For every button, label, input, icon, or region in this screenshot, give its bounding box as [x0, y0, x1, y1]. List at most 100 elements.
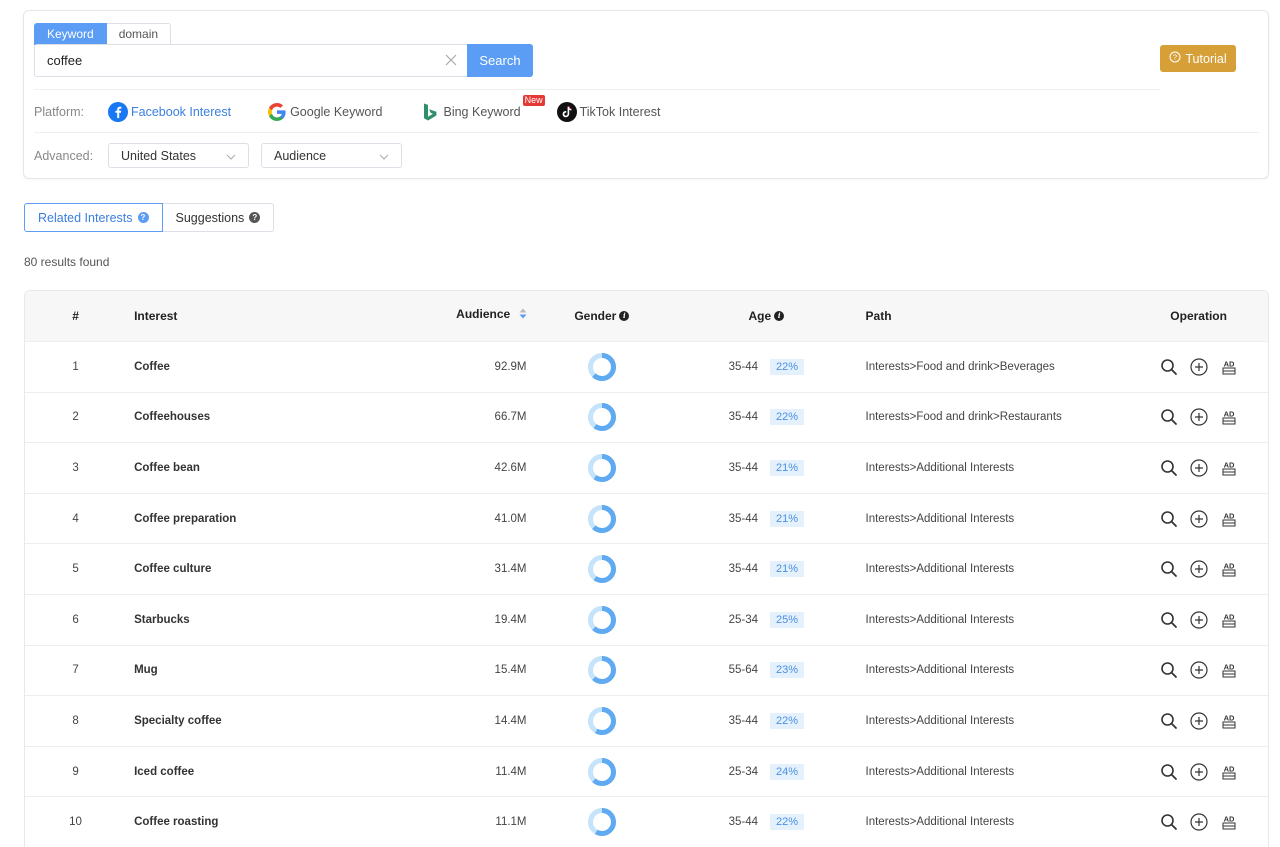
- platform-label: Platform:: [34, 105, 85, 119]
- add-circle-icon[interactable]: [1190, 813, 1208, 831]
- svg-text:AD: AD: [1223, 460, 1234, 469]
- ad-library-icon[interactable]: AD: [1220, 459, 1238, 477]
- ad-library-icon[interactable]: AD: [1220, 560, 1238, 578]
- country-select[interactable]: United States: [108, 143, 249, 168]
- operation-cell: AD: [1129, 813, 1268, 831]
- platform-tiktok[interactable]: TikTok Interest: [556, 102, 661, 122]
- results-count: 80 results found: [24, 255, 110, 269]
- add-circle-icon[interactable]: [1190, 661, 1208, 679]
- age-cell: 25-34 24%: [677, 763, 855, 780]
- header-audience[interactable]: Audience: [354, 307, 527, 322]
- table-row: 7 Mug 15.4M 55-64 23% Interests>Addition…: [25, 644, 1268, 696]
- tab-domain[interactable]: domain: [106, 23, 172, 45]
- audience-size: 42.6M: [494, 461, 527, 474]
- gender-donut-chart: [587, 706, 616, 735]
- add-circle-icon[interactable]: [1190, 560, 1208, 578]
- platform-bing[interactable]: Bing Keyword New: [420, 95, 545, 122]
- search-icon[interactable]: [1160, 358, 1178, 376]
- ad-library-icon[interactable]: AD: [1220, 712, 1238, 730]
- table-row: 6 Starbucks 19.4M 25-34 25% Interests>Ad…: [25, 593, 1268, 645]
- svg-text:AD: AD: [1223, 764, 1234, 773]
- ad-library-icon[interactable]: AD: [1220, 611, 1238, 629]
- platform-google[interactable]: Google Keyword: [267, 102, 382, 122]
- operation-cell: AD: [1129, 712, 1268, 730]
- new-badge: New: [522, 95, 545, 106]
- tab-related-interests-label: Related Interests: [38, 210, 133, 225]
- platform-facebook[interactable]: Facebook Interest: [108, 102, 231, 122]
- add-circle-icon[interactable]: [1190, 358, 1208, 376]
- age-cell: 35-44 22%: [677, 358, 855, 375]
- platform-row: Platform: Facebook Interest Google Keywo…: [34, 95, 661, 123]
- search-icon[interactable]: [1160, 661, 1178, 679]
- add-circle-icon[interactable]: [1190, 712, 1208, 730]
- header-path: Path: [865, 309, 892, 323]
- ad-library-icon[interactable]: AD: [1220, 763, 1238, 781]
- age-percentage-badge: 22%: [770, 358, 805, 375]
- ad-library-icon[interactable]: AD: [1220, 358, 1238, 376]
- search-icon[interactable]: [1160, 813, 1178, 831]
- tutorial-button[interactable]: ? Tutorial: [1160, 45, 1236, 72]
- gender-donut-chart: [587, 605, 616, 634]
- svg-text:AD: AD: [1223, 410, 1234, 419]
- row-number: 6: [72, 613, 79, 626]
- age-cell: 35-44 21%: [677, 459, 855, 476]
- age-cell: 35-44 22%: [677, 409, 855, 426]
- ad-library-icon[interactable]: AD: [1220, 408, 1238, 426]
- gender-donut: [527, 655, 678, 685]
- operation-cell: AD: [1129, 408, 1268, 426]
- platform-tiktok-label: TikTok Interest: [579, 105, 661, 119]
- bing-icon: [420, 102, 440, 122]
- tab-related-interests[interactable]: Related Interests ?: [24, 203, 163, 232]
- add-circle-icon[interactable]: [1190, 408, 1208, 426]
- divider: [34, 132, 1259, 133]
- interest-name: Iced coffee: [134, 765, 195, 778]
- ad-library-icon[interactable]: AD: [1220, 661, 1238, 679]
- search-icon[interactable]: [1160, 712, 1178, 730]
- interests-table: # Interest Audience Gender i Age i Path …: [24, 290, 1269, 847]
- clear-icon[interactable]: [444, 53, 458, 67]
- search-icon[interactable]: [1160, 560, 1178, 578]
- search-icon[interactable]: [1160, 459, 1178, 477]
- search-icon[interactable]: [1160, 611, 1178, 629]
- svg-text:AD: AD: [1223, 713, 1234, 722]
- tab-suggestions-label: Suggestions: [175, 210, 245, 225]
- advanced-row: Advanced: United States Audience: [34, 143, 402, 168]
- search-icon[interactable]: [1160, 408, 1178, 426]
- tab-keyword[interactable]: Keyword: [34, 23, 107, 45]
- svg-text:AD: AD: [1223, 612, 1234, 621]
- table-row: 3 Coffee bean 42.6M 35-44 21% Interests>…: [25, 442, 1268, 493]
- operation-cell: AD: [1129, 661, 1268, 679]
- ad-library-icon[interactable]: AD: [1220, 510, 1238, 528]
- chevron-down-icon: [226, 149, 236, 163]
- add-circle-icon[interactable]: [1190, 611, 1208, 629]
- search-input[interactable]: [34, 44, 467, 77]
- add-circle-icon[interactable]: [1190, 762, 1208, 781]
- table-row: 9 Iced coffee 11.4M 25-34 24% Interests>…: [25, 745, 1268, 797]
- search-icon[interactable]: [1160, 763, 1178, 781]
- interest-name: Coffee preparation: [134, 512, 237, 525]
- sort-select[interactable]: Audience: [261, 143, 402, 168]
- age-cell: 35-44 21%: [677, 561, 855, 578]
- tab-suggestions[interactable]: Suggestions ?: [162, 203, 275, 232]
- age-percentage-badge: 22%: [770, 409, 805, 426]
- search-button[interactable]: Search: [467, 44, 533, 77]
- age-percentage-badge: 21%: [770, 459, 805, 476]
- age-percentage-badge: 21%: [770, 561, 805, 578]
- age-cell: 35-44 22%: [677, 814, 855, 831]
- interest-path: Interests>Additional Interests: [865, 664, 1015, 677]
- search-icon[interactable]: [1160, 510, 1178, 528]
- interest-path: Interests>Additional Interests: [865, 613, 1015, 626]
- age-range: 25-34: [728, 613, 759, 626]
- ad-library-icon[interactable]: AD: [1220, 813, 1238, 831]
- interest-path: Interests>Additional Interests: [865, 714, 1015, 727]
- svg-text:AD: AD: [1223, 562, 1234, 571]
- age-range: 35-44: [728, 360, 759, 373]
- add-circle-icon[interactable]: [1190, 509, 1208, 528]
- header-interest: Interest: [134, 309, 178, 323]
- add-circle-icon[interactable]: [1190, 459, 1208, 477]
- age-percentage-badge: 23%: [770, 662, 805, 679]
- gender-donut: [527, 402, 678, 432]
- interest-path: Interests>Additional Interests: [865, 816, 1015, 829]
- sort-icon[interactable]: [519, 308, 527, 322]
- age-percentage-badge: 22%: [770, 712, 805, 729]
